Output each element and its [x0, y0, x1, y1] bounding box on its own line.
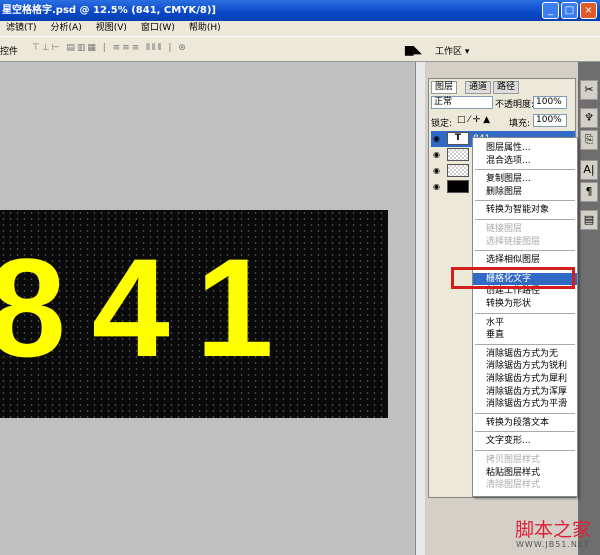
window-title: 星空格格字.psd @ 12.5% (841, CMYK/8)]	[2, 5, 216, 16]
menu-bar: 滤镜(T) 分析(A) 视图(V) 窗口(W) 帮助(H)	[0, 21, 600, 36]
watermark-logo: 脚本之家	[515, 519, 592, 541]
text-layer-thumbnail: T	[447, 132, 469, 145]
layer-thumbnail	[447, 148, 469, 161]
menu-item[interactable]: 消除锯齿方式为锐利	[473, 360, 577, 372]
align-icons[interactable]: ⊤⊥⊢ ▤▥▦ | ≡≡≡ ⫴⫴⫴ | ⊛	[32, 43, 188, 53]
menu-item[interactable]: 复制图层...	[473, 173, 577, 185]
blend-mode-select[interactable]: 正常	[431, 96, 493, 109]
menu-window[interactable]: 窗口(W)	[141, 23, 175, 33]
options-bar: 控件 ⊤⊥⊢ ▤▥▦ | ≡≡≡ ⫴⫴⫴ | ⊛ ▆◣ 工作区 ▾	[0, 36, 600, 62]
maximize-button[interactable]: □	[561, 2, 578, 19]
opacity-label: 不透明度:	[495, 100, 535, 110]
layer-thumbnail	[447, 164, 469, 177]
menu-item[interactable]: 文字变形...	[473, 435, 577, 447]
fill-input[interactable]: 100%	[533, 114, 567, 127]
eye-icon[interactable]: ◉	[433, 150, 440, 159]
tools-icon[interactable]: ✂	[580, 80, 598, 100]
menu-separator	[475, 250, 575, 252]
menu-separator	[475, 450, 575, 451]
menu-item[interactable]: 消除锯齿方式为浑厚	[473, 386, 577, 398]
menu-separator	[475, 169, 575, 171]
menu-item[interactable]: 消除锯齿方式为无	[473, 348, 577, 360]
menu-help[interactable]: 帮助(H)	[189, 23, 221, 33]
document-image[interactable]: 841	[0, 210, 388, 418]
vertical-scrollbar[interactable]	[415, 62, 425, 555]
lock-icons[interactable]: □ ⁄ ✛ ▲	[457, 115, 490, 125]
menu-separator	[475, 200, 575, 202]
menu-separator	[475, 343, 575, 345]
menu-item[interactable]: 消除锯齿方式为平滑	[473, 398, 577, 410]
tab-layers[interactable]: 图层	[431, 81, 458, 94]
menu-filter[interactable]: 滤镜(T)	[6, 23, 37, 33]
clone-icon[interactable]: ⎘	[580, 130, 598, 150]
eye-icon[interactable]: ◉	[433, 134, 440, 143]
context-menu: 图层属性... 混合选项... 复制图层... 删除图层转换为智能对象链接图层选择链接…	[472, 137, 578, 497]
title-bar: 星空格格字.psd @ 12.5% (841, CMYK/8)]	[0, 0, 600, 21]
menu-item[interactable]: 消除锯齿方式为犀利	[473, 373, 577, 385]
image-text: 841	[0, 229, 300, 386]
menu-item: 拷贝图层样式	[486, 455, 541, 465]
menu-item[interactable]: 转换为智能对象	[473, 204, 577, 216]
menu-view[interactable]: 视图(V)	[96, 23, 127, 33]
menu-item[interactable]: 选择相似图层	[473, 254, 577, 266]
character-icon[interactable]: A|	[580, 160, 598, 180]
bridge-icon[interactable]: ▆◣	[405, 43, 422, 56]
workspace-button[interactable]: 工作区 ▾	[435, 44, 469, 57]
menu-item: 清除图层样式	[486, 480, 541, 491]
menu-separator	[475, 312, 575, 314]
menu-item[interactable]: 图层属性...	[473, 142, 577, 154]
menu-separator	[475, 219, 575, 220]
brush-icon[interactable]: ♆	[580, 108, 598, 128]
menu-analysis[interactable]: 分析(A)	[51, 23, 82, 33]
annotation-highlight-box	[451, 267, 575, 289]
paragraph-icon[interactable]: ¶	[580, 182, 598, 202]
layer-comps-icon[interactable]: ▤	[580, 210, 598, 230]
menu-item[interactable]: 删除图层	[473, 186, 577, 198]
menu-item[interactable]: 转换为段落文本	[473, 417, 577, 429]
menu-separator	[475, 412, 575, 414]
controls-label: 控件	[0, 47, 19, 57]
eye-icon[interactable]: ◉	[433, 166, 440, 175]
menu-item[interactable]: 转换为形状	[473, 298, 577, 310]
tab-paths[interactable]: 路径	[493, 81, 520, 94]
menu-item[interactable]: 水平	[473, 317, 577, 329]
minimize-button[interactable]: _	[542, 2, 559, 19]
layer-thumbnail	[447, 180, 469, 193]
eye-icon[interactable]: ◉	[433, 182, 440, 191]
opacity-input[interactable]: 100%	[533, 96, 567, 109]
tab-channels[interactable]: 通道	[465, 81, 492, 94]
menu-item[interactable]: 混合选项...	[473, 155, 577, 167]
menu-item[interactable]: 垂直	[473, 329, 577, 341]
menu-separator	[475, 431, 575, 433]
menu-item: 选择链接图层	[486, 236, 541, 247]
close-button[interactable]: ×	[580, 2, 597, 19]
menu-item: 链接图层	[486, 224, 523, 234]
watermark-url: WWW.JB51.NET	[516, 540, 590, 549]
menu-item[interactable]: 粘贴图层样式	[473, 467, 577, 479]
fill-label: 填充:	[509, 119, 531, 129]
lock-label: 锁定:	[431, 119, 453, 129]
